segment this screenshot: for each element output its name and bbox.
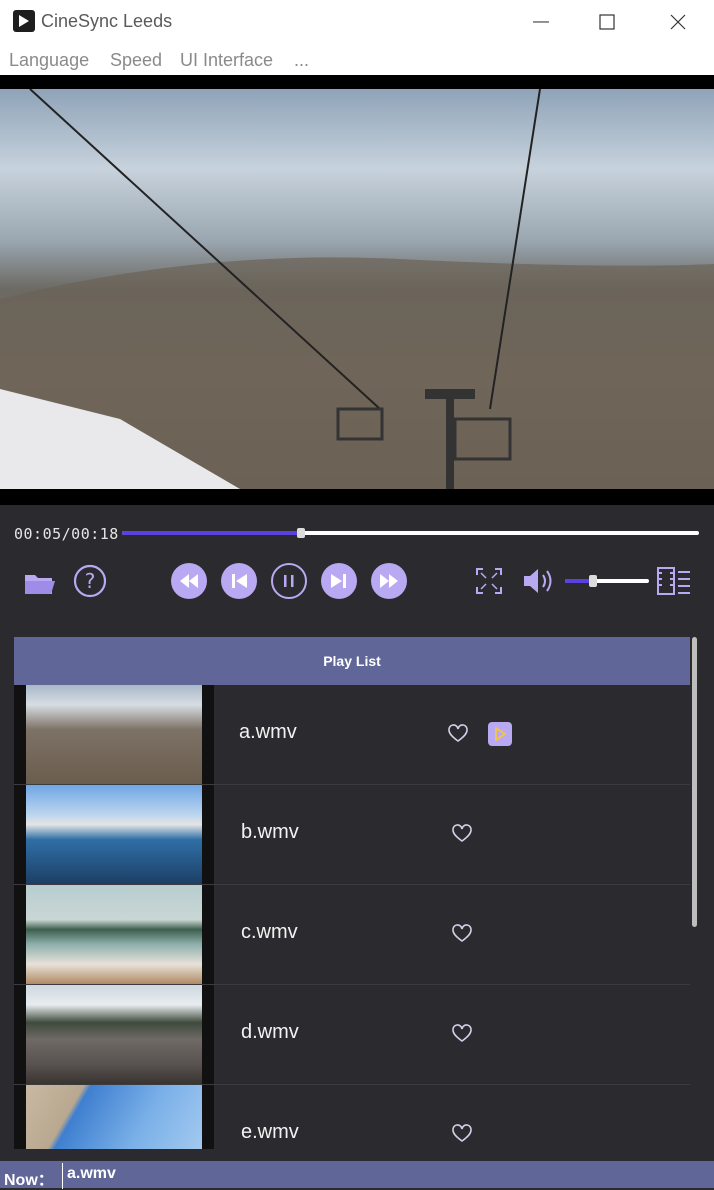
app-logo — [13, 10, 35, 32]
video-thumbnail — [14, 685, 214, 784]
svg-text:?: ? — [85, 569, 96, 593]
playlist-toggle-icon[interactable] — [656, 563, 692, 599]
video-thumbnail — [14, 985, 214, 1084]
seek-bar-fill — [122, 531, 301, 535]
maximize-icon[interactable] — [592, 8, 622, 36]
now-playing-value: a.wmv — [62, 1163, 120, 1189]
playlist-panel: Play List a.wmv b.wmv c.wmv d.wmv e.wmv — [14, 637, 690, 1149]
menu-speed[interactable]: Speed — [110, 50, 162, 71]
favorite-heart-icon[interactable] — [447, 723, 469, 745]
video-thumbnail — [14, 885, 214, 984]
help-icon[interactable]: ? — [72, 563, 108, 599]
window-title: CineSync Leeds — [41, 11, 173, 31]
now-playing-icon[interactable] — [488, 722, 512, 746]
video-display[interactable] — [0, 75, 714, 505]
playlist-scrollbar[interactable] — [692, 637, 698, 1149]
scrollbar-thumb[interactable] — [692, 637, 697, 927]
playlist-item[interactable]: c.wmv — [14, 885, 690, 985]
playlist-item[interactable]: e.wmv — [14, 1085, 690, 1149]
fullscreen-icon[interactable] — [471, 563, 507, 599]
file-name: b.wmv — [241, 821, 299, 843]
playlist-item[interactable]: d.wmv — [14, 985, 690, 1085]
video-thumbnail — [14, 785, 214, 884]
next-icon[interactable] — [321, 563, 357, 599]
rewind-icon[interactable] — [171, 563, 207, 599]
menu-ui-interface[interactable]: UI Interface — [180, 50, 273, 71]
status-bar: Now： a.wmv — [0, 1161, 714, 1189]
seek-bar[interactable] — [122, 528, 699, 538]
title-bar: CineSync Leeds — — [0, 0, 714, 44]
pause-icon[interactable] — [271, 563, 307, 599]
file-name: c.wmv — [241, 921, 298, 943]
previous-icon[interactable] — [221, 563, 257, 599]
playlist-item[interactable]: b.wmv — [14, 785, 690, 885]
player-controls: 00:05/00:18 ? — [0, 505, 714, 637]
favorite-heart-icon[interactable] — [451, 823, 473, 845]
favorite-heart-icon[interactable] — [451, 923, 473, 945]
file-name: d.wmv — [241, 1021, 299, 1043]
favorite-heart-icon[interactable] — [451, 1123, 473, 1145]
close-icon[interactable] — [663, 8, 693, 36]
volume-slider-knob[interactable] — [588, 575, 597, 587]
menu-more[interactable]: ... — [294, 50, 309, 71]
video-thumbnail — [14, 1085, 214, 1149]
volume-slider[interactable] — [565, 575, 649, 587]
file-name: e.wmv — [241, 1121, 299, 1143]
video-frame — [0, 89, 714, 489]
menu-language[interactable]: Language — [9, 50, 89, 71]
playlist-header: Play List — [14, 637, 690, 685]
open-folder-icon[interactable] — [22, 563, 58, 599]
favorite-heart-icon[interactable] — [451, 1023, 473, 1045]
now-playing-label: Now： — [4, 1172, 54, 1189]
playlist-item[interactable]: a.wmv — [14, 685, 690, 785]
volume-icon[interactable] — [520, 563, 556, 599]
fast-forward-icon[interactable] — [371, 563, 407, 599]
file-name: a.wmv — [239, 721, 297, 743]
seek-bar-knob[interactable] — [296, 528, 305, 538]
menu-bar: Language Speed UI Interface ... — [0, 44, 714, 75]
time-display: 00:05/00:18 — [14, 525, 119, 543]
minimize-icon[interactable]: — — [526, 8, 556, 36]
